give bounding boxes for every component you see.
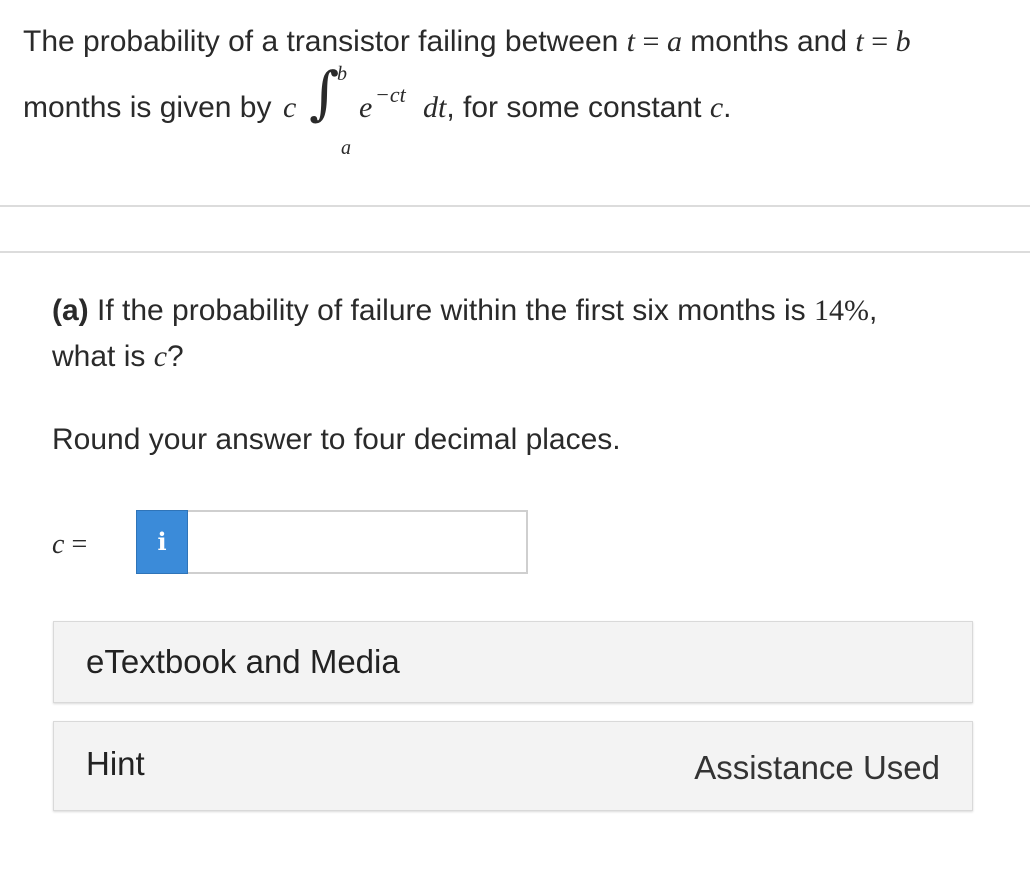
question-text: what is	[52, 340, 154, 373]
divider	[0, 251, 1030, 253]
math-coefficient-c: c	[283, 91, 297, 124]
question-part-a: (a) If the probability of failure within…	[52, 288, 982, 380]
divider	[0, 205, 1030, 207]
math-var-c: c	[153, 340, 168, 373]
math-var-b: b	[895, 25, 911, 58]
problem-text: .	[723, 91, 732, 124]
answer-label: c =	[52, 524, 87, 565]
part-label: (a)	[52, 294, 89, 327]
hint-label: Hint	[86, 745, 145, 782]
problem-text: months and	[681, 25, 856, 58]
math-var-a: a	[666, 25, 682, 58]
question-text: ?	[167, 340, 184, 373]
problem-statement-line1: The probability of a transistor failing …	[23, 22, 911, 62]
math-equals: =	[863, 25, 896, 58]
math-exponent: −ct	[375, 82, 406, 107]
percent-value: 14%	[813, 294, 869, 327]
info-icon[interactable]: i	[136, 510, 188, 574]
hint-panel[interactable]: Hint Assistance Used	[53, 721, 973, 811]
math-exponential-base: e	[359, 91, 373, 124]
answer-input[interactable]	[188, 510, 528, 574]
rounding-instruction: Round your answer to four decimal places…	[52, 423, 621, 456]
math-differential: dt	[423, 91, 447, 124]
math-equals: =	[635, 25, 667, 58]
problem-text: , for some constant	[446, 91, 702, 124]
integral-upper-limit: b	[337, 63, 347, 85]
etextbook-media-panel[interactable]: eTextbook and Media	[53, 621, 973, 703]
problem-text: months is given by	[23, 91, 272, 124]
math-var-c: c	[52, 529, 65, 560]
question-text: ,	[868, 294, 878, 327]
question-text: If the probability of failure within the…	[88, 294, 814, 327]
problem-text: The probability of a transistor failing …	[23, 25, 619, 58]
math-var-t: t	[626, 25, 636, 58]
math-equals: =	[64, 529, 88, 560]
integral-sign: ∫	[309, 59, 340, 127]
problem-statement-line2: months is given by c ∫ b a e −ct dt, for…	[23, 60, 1003, 160]
math-constant-c: c	[709, 91, 724, 124]
math-var-t: t	[855, 25, 864, 58]
assistance-used-label: Assistance Used	[694, 749, 940, 786]
integral-lower-limit: a	[341, 137, 351, 159]
etextbook-media-label: eTextbook and Media	[86, 643, 400, 680]
